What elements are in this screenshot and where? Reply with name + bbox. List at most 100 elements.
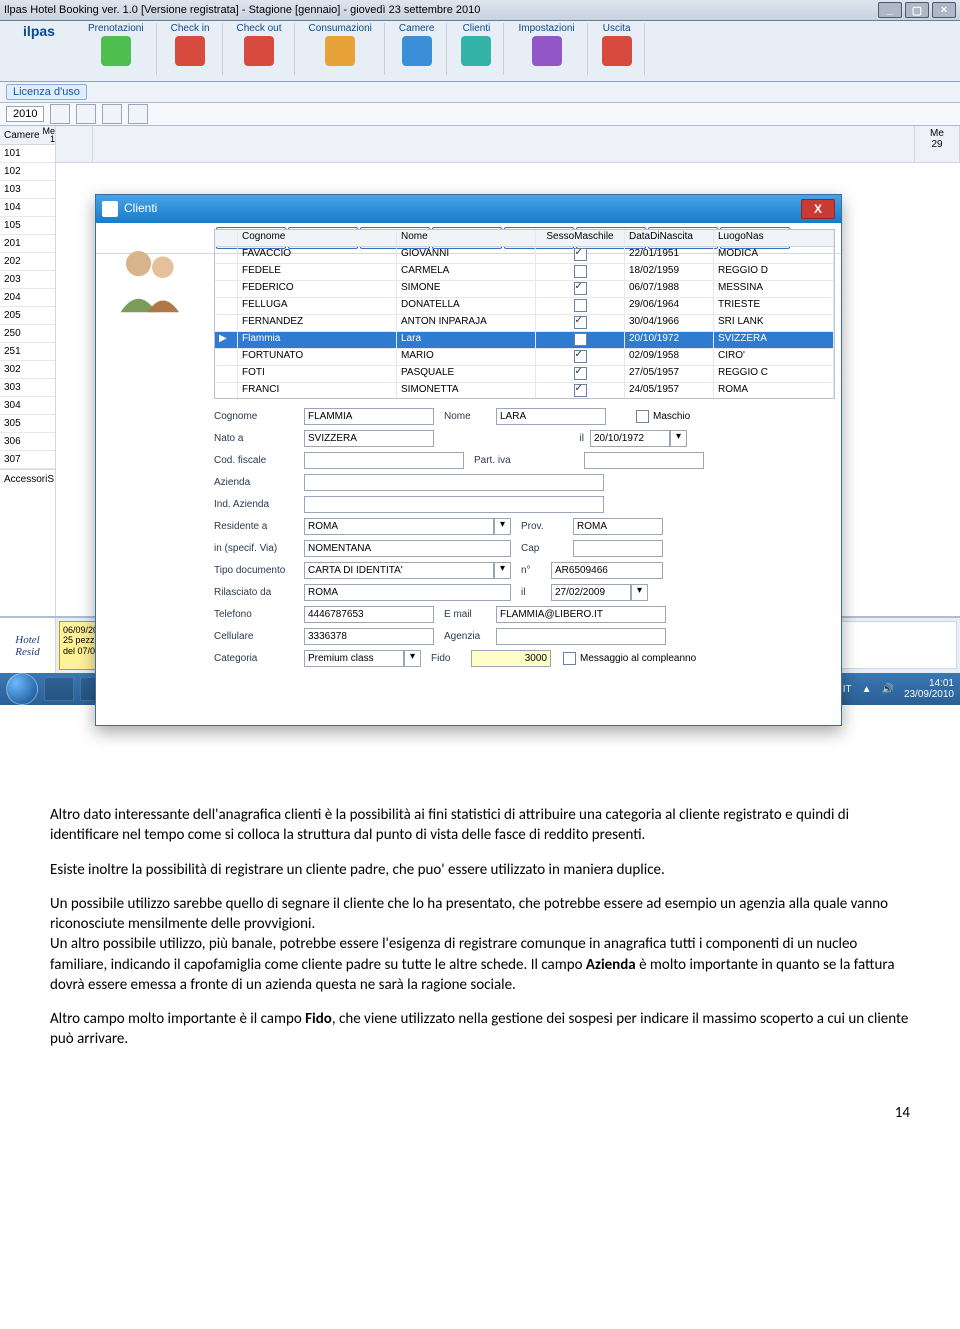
lbl-codfisc: Cod. fiscale	[214, 455, 304, 466]
year-prev-button[interactable]	[50, 104, 70, 124]
lbl-nome: Nome	[434, 411, 496, 422]
main-ribbon: ilpas Prenotazioni Check in Check out Co…	[0, 21, 960, 82]
lbl-cognome: Cognome	[214, 411, 304, 422]
inp-n[interactable]	[551, 562, 663, 579]
inp-prov[interactable]	[573, 518, 663, 535]
col-datanascita[interactable]: DataDiNascita	[625, 230, 714, 246]
room-row[interactable]: 205	[0, 307, 55, 325]
inp-codfisc[interactable]	[304, 452, 464, 469]
year-tool-1[interactable]	[102, 104, 122, 124]
year-next-button[interactable]	[76, 104, 96, 124]
datepicker-icon[interactable]: ▾	[670, 430, 687, 447]
inp-nome[interactable]	[496, 408, 606, 425]
inp-rilasciatoda[interactable]	[304, 584, 511, 601]
taskbar-item[interactable]	[44, 677, 74, 701]
col-luogonas[interactable]: LuogoNas	[714, 230, 834, 246]
room-row[interactable]: 305	[0, 415, 55, 433]
lbl-telefono: Telefono	[214, 609, 304, 620]
room-row[interactable]: 203	[0, 271, 55, 289]
room-row[interactable]: 307	[0, 451, 55, 469]
inp-indazienda[interactable]	[304, 496, 604, 513]
license-label[interactable]: Licenza d'uso	[6, 84, 87, 100]
ribbon-checkin[interactable]: Check in	[159, 23, 223, 75]
ribbon-prenotazioni[interactable]: Prenotazioni	[76, 23, 157, 75]
tray-icon[interactable]: 🔊	[881, 684, 893, 695]
close-button[interactable]: ×	[932, 2, 956, 18]
inp-natoa[interactable]	[304, 430, 434, 447]
calendar-icon	[101, 36, 131, 66]
dropdown-icon[interactable]: ▾	[404, 650, 421, 667]
inp-residentea[interactable]	[304, 518, 494, 535]
room-row[interactable]: 202	[0, 253, 55, 271]
room-row[interactable]: 104	[0, 199, 55, 217]
tray-icon[interactable]: ▲	[862, 684, 872, 695]
inp-telefono[interactable]	[304, 606, 434, 623]
year-field[interactable]: 2010	[6, 106, 44, 122]
rooms-column: Camere Me 1 1011021031041052012022032042…	[0, 126, 56, 616]
inp-email[interactable]	[496, 606, 666, 623]
chk-msgcomp[interactable]	[563, 652, 576, 665]
ribbon-clienti[interactable]: Clienti	[449, 23, 504, 75]
ribbon-checkout[interactable]: Check out	[225, 23, 295, 75]
ribbon-camere[interactable]: Camere	[387, 23, 448, 75]
clients-table[interactable]: Cognome Nome SessoMaschile DataDiNascita…	[214, 229, 835, 399]
room-row[interactable]: 204	[0, 289, 55, 307]
col-cognome[interactable]: Cognome	[238, 230, 397, 246]
table-row[interactable]: FORTUNATOMARIO02/09/1958CIRO'	[215, 349, 834, 366]
room-row[interactable]: 102	[0, 163, 55, 181]
room-row[interactable]: 105	[0, 217, 55, 235]
table-row[interactable]: FERNANDEZANTON INPARAJA30/04/1966SRI LAN…	[215, 315, 834, 332]
lbl-agenzia: Agenzia	[434, 631, 496, 642]
dropdown-icon[interactable]: ▾	[494, 518, 511, 535]
lbl-indazienda: Ind. Azienda	[214, 499, 304, 510]
hotelres-label: HotelResid	[0, 618, 56, 673]
dropdown-icon[interactable]: ▾	[494, 562, 511, 579]
inp-azienda[interactable]	[304, 474, 604, 491]
ribbon-uscita[interactable]: Uscita	[590, 23, 645, 75]
start-button[interactable]	[6, 673, 38, 705]
table-row[interactable]: ▶FlammiaLara20/10/1972SVIZZERA	[215, 332, 834, 349]
table-row[interactable]: FEDERICOSIMONE06/07/1988MESSINA	[215, 281, 834, 298]
inp-cap[interactable]	[573, 540, 663, 557]
col-sessomaschile[interactable]: SessoMaschile	[536, 230, 625, 246]
inp-cellulare[interactable]	[304, 628, 434, 645]
inp-fido[interactable]	[471, 650, 551, 667]
room-row[interactable]: 303	[0, 379, 55, 397]
room-row[interactable]: 103	[0, 181, 55, 199]
minimize-button[interactable]: _	[878, 2, 902, 18]
inp-categoria[interactable]	[304, 650, 404, 667]
system-clock[interactable]: 14:0123/09/2010	[904, 678, 954, 700]
table-row[interactable]: FEDELECARMELA18/02/1959REGGIO D	[215, 264, 834, 281]
maximize-button[interactable]: ▢	[905, 2, 929, 18]
col-nome[interactable]: Nome	[397, 230, 536, 246]
room-row[interactable]: 101	[0, 145, 55, 163]
room-row[interactable]: 250	[0, 325, 55, 343]
inp-agenzia[interactable]	[496, 628, 666, 645]
table-row[interactable]: FELLUGADONATELLA29/06/1964TRIESTE	[215, 298, 834, 315]
lbl-categoria: Categoria	[214, 653, 304, 664]
table-row[interactable]: FRANCISIMONETTA24/05/1957ROMA	[215, 383, 834, 399]
ribbon-consumazioni[interactable]: Consumazioni	[297, 23, 385, 75]
table-row[interactable]: FAVACCIOGIOVANNI22/01/1951MODICA	[215, 247, 834, 264]
inp-cognome[interactable]	[304, 408, 434, 425]
dialog-close-button[interactable]: X	[801, 199, 835, 219]
settings-icon	[532, 36, 562, 66]
room-row[interactable]: 304	[0, 397, 55, 415]
datepicker-icon[interactable]: ▾	[631, 584, 648, 601]
page-number: 14	[0, 1104, 960, 1152]
inp-inspecvia[interactable]	[304, 540, 511, 557]
room-row[interactable]: 201	[0, 235, 55, 253]
room-row[interactable]: 306	[0, 433, 55, 451]
inp-partiva[interactable]	[584, 452, 704, 469]
ribbon-impostazioni[interactable]: Impostazioni	[506, 23, 587, 75]
lbl-partiva: Part. iva	[464, 455, 584, 466]
inp-tipodoc[interactable]	[304, 562, 494, 579]
room-row[interactable]: 302	[0, 361, 55, 379]
table-row[interactable]: FOTIPASQUALE27/05/1957REGGIO C	[215, 366, 834, 383]
chk-maschio[interactable]	[636, 410, 649, 423]
room-row[interactable]: 251	[0, 343, 55, 361]
year-tool-2[interactable]	[128, 104, 148, 124]
lang-indicator[interactable]: IT	[843, 684, 852, 695]
inp-il2[interactable]	[551, 584, 631, 601]
inp-il[interactable]	[590, 430, 670, 447]
